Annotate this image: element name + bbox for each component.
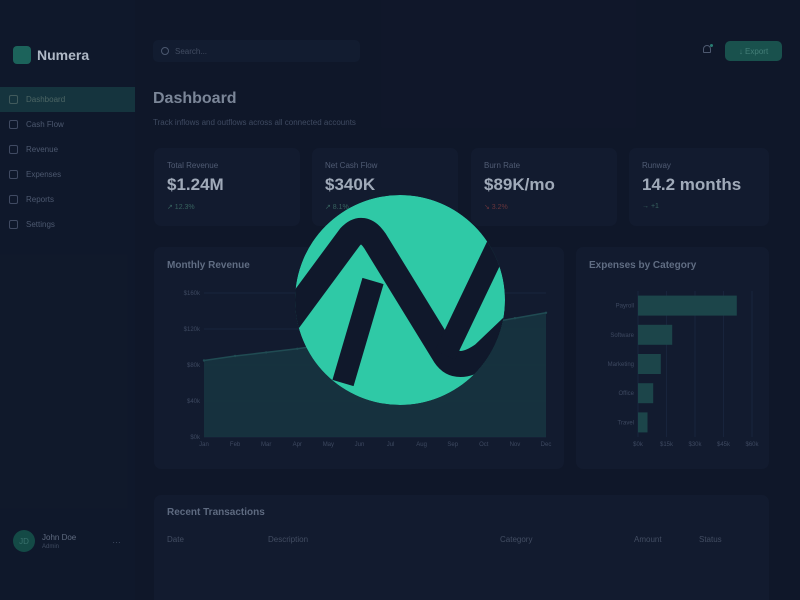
app-window: Numera Dashboard Cash Flow Revenue Expen…	[0, 0, 800, 600]
brand-logo-icon	[295, 195, 505, 405]
